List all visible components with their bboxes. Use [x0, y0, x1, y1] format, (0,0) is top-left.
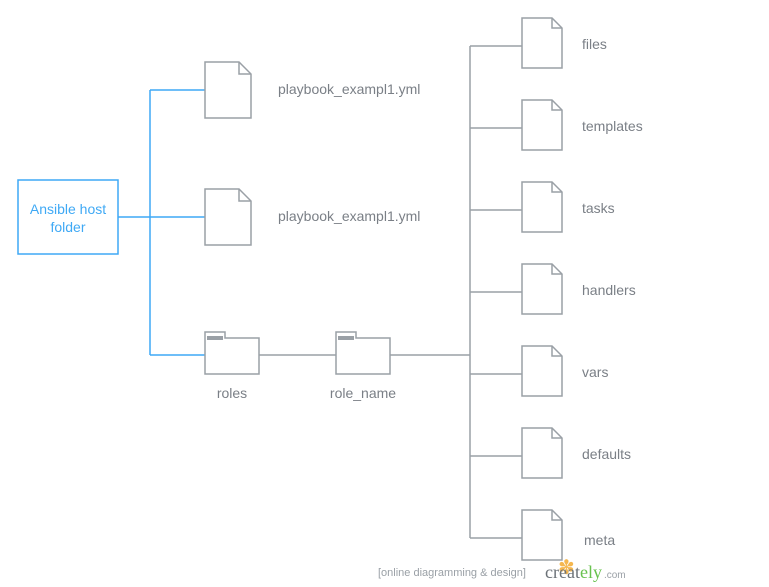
rolename-node: role_name — [330, 332, 396, 401]
meta-node: meta — [522, 510, 615, 560]
tasks-label: tasks — [582, 200, 615, 216]
root-node: Ansible host folder — [18, 180, 118, 254]
rolename-label: role_name — [330, 385, 396, 401]
ansible-folder-diagram: Ansible host folder playbook_exampl1.yml… — [0, 0, 769, 587]
roles-node: roles — [205, 332, 259, 401]
root-connectors — [118, 90, 205, 355]
rolename-connectors — [390, 46, 522, 538]
handlers-node: handlers — [522, 264, 636, 314]
playbook1-node: playbook_exampl1.yml — [205, 62, 420, 118]
root-label-line1: Ansible host — [30, 201, 106, 217]
logo-part2: ely — [580, 562, 602, 582]
logo-suffix: .com — [604, 570, 626, 581]
tasks-node: tasks — [522, 182, 615, 232]
roles-label: roles — [217, 385, 247, 401]
templates-node: templates — [522, 100, 643, 150]
vars-label: vars — [582, 364, 608, 380]
footer-text: [online diagramming & design] — [378, 567, 526, 579]
logo-part1: creat — [545, 562, 580, 582]
meta-label: meta — [584, 532, 615, 548]
defaults-node: defaults — [522, 428, 631, 478]
logo: creately.com — [545, 562, 626, 582]
root-label-line2: folder — [50, 219, 85, 235]
files-label: files — [582, 36, 607, 52]
handlers-label: handlers — [582, 282, 636, 298]
defaults-label: defaults — [582, 446, 631, 462]
files-node: files — [522, 18, 607, 68]
vars-node: vars — [522, 346, 608, 396]
playbook2-node: playbook_exampl1.yml — [205, 189, 420, 245]
playbook2-label: playbook_exampl1.yml — [278, 208, 420, 224]
attribution: [online diagramming & design] ✽ creately… — [378, 557, 626, 582]
playbook1-label: playbook_exampl1.yml — [278, 81, 420, 97]
templates-label: templates — [582, 118, 643, 134]
